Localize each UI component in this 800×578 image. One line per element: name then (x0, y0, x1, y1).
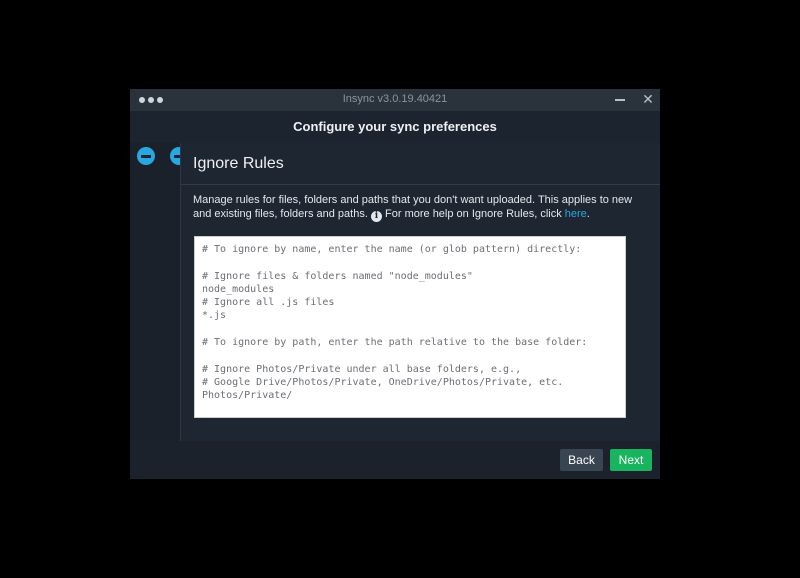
help-link[interactable]: here (565, 208, 587, 220)
step-sidebar (130, 143, 180, 441)
description: Manage rules for files, folders and path… (193, 193, 633, 222)
minimize-icon[interactable] (615, 99, 625, 101)
divider (181, 184, 660, 185)
ignore-rules-editor[interactable]: # To ignore by name, enter the name (or … (194, 236, 626, 418)
footer-bar: Back Next (130, 441, 660, 479)
page-title: Configure your sync preferences (293, 119, 497, 134)
ignore-rules-panel: Ignore Rules Manage rules for files, fol… (181, 143, 660, 441)
back-button[interactable]: Back (560, 449, 603, 471)
description-help-text: For more help on Ignore Rules, click (385, 208, 562, 220)
insync-window: Insync v3.0.19.40421 ✕ Configure your sy… (130, 89, 660, 479)
description-end: . (586, 208, 590, 220)
window-title: Insync v3.0.19.40421 (342, 93, 448, 105)
step-indicator-icon[interactable] (137, 147, 155, 165)
title-bar[interactable]: Insync v3.0.19.40421 ✕ (130, 89, 660, 111)
next-button[interactable]: Next (610, 449, 652, 471)
panel-title: Ignore Rules (193, 155, 284, 172)
info-icon: i (370, 211, 382, 222)
close-icon[interactable]: ✕ (641, 92, 655, 106)
